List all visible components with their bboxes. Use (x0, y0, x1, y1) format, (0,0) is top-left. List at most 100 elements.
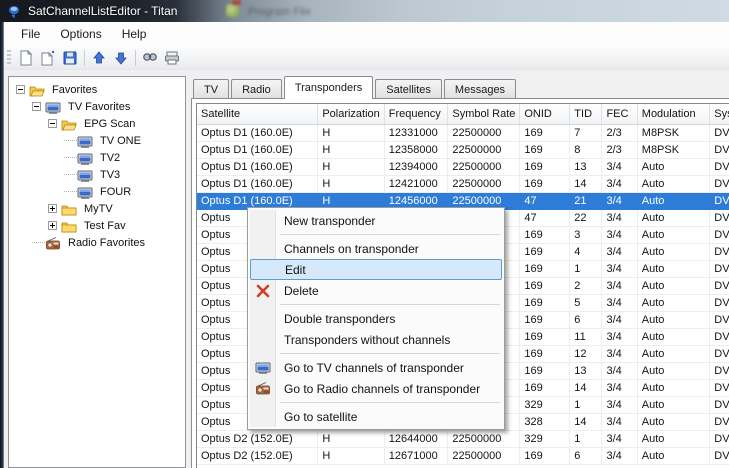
collapse-toggle-icon[interactable] (16, 85, 25, 94)
cell-modulation: Auto (637, 192, 710, 209)
column-header-symbol-rate[interactable]: Symbol Rate (448, 104, 520, 124)
context-menu-item-go-to-satellite[interactable]: Go to satellite (250, 406, 502, 427)
context-menu-item-new-transponder[interactable]: New transponder (250, 210, 502, 231)
cell-fec: 3/4 (602, 413, 637, 430)
cell-modulation: M8PSK (637, 141, 710, 158)
collapse-toggle-icon[interactable] (48, 119, 57, 128)
tree-node-icon-wrap (45, 100, 62, 113)
new-list-button[interactable] (15, 48, 37, 68)
context-menu-item-label: Go to satellite (284, 410, 357, 424)
context-menu-item-label: Delete (284, 284, 319, 298)
tab-radio[interactable]: Radio (231, 79, 282, 99)
cell-system: DVB_S (710, 243, 729, 260)
column-header-fec[interactable]: FEC (602, 104, 637, 124)
tab-satellites[interactable]: Satellites (375, 79, 442, 99)
save-button[interactable] (59, 48, 81, 68)
print-button[interactable] (161, 48, 183, 68)
context-menu-item-go-to-tv-channels-of-transponder[interactable]: Go to TV channels of transponder (250, 357, 502, 378)
tree-item-favorites[interactable]: Favorites (9, 81, 185, 98)
cell-tid: 1 (570, 430, 602, 447)
context-menu-item-channels-on-transponder[interactable]: Channels on transponder (250, 238, 502, 259)
cell-fec: 2/3 (602, 124, 637, 141)
tv-icon (77, 185, 93, 201)
collapse-toggle-icon[interactable] (32, 102, 41, 111)
add-list-icon (40, 50, 56, 66)
tree-indent (9, 200, 48, 217)
column-header-satellite[interactable]: Satellite (197, 104, 318, 124)
table-row[interactable]: Optus D1 (160.0E)H1239400022500000169133… (197, 158, 729, 175)
cell-modulation: Auto (637, 362, 710, 379)
column-header-frequency[interactable]: Frequency (384, 104, 448, 124)
context-menu-item-label: Transponders without channels (284, 333, 450, 347)
cell-fec: 3/4 (602, 226, 637, 243)
radio-icon (45, 236, 61, 252)
toolbar (4, 46, 729, 70)
column-header-onid[interactable]: ONID (520, 104, 570, 124)
context-menu-item-transponders-without-channels[interactable]: Transponders without channels (250, 329, 502, 350)
desktop-blob-blur (232, 0, 241, 5)
cell-satellite: Optus D1 (160.0E) (197, 124, 318, 141)
move-up-button[interactable] (88, 48, 110, 68)
tree-node-icon-wrap (61, 202, 78, 215)
tree-item-mytv[interactable]: MyTV (9, 200, 185, 217)
cell-modulation: Auto (637, 294, 710, 311)
tab-tv[interactable]: TV (193, 79, 229, 99)
tree-item-four[interactable]: FOUR (9, 183, 185, 200)
tv-icon (77, 168, 93, 184)
cell-satellite: Optus D1 (160.0E) (197, 158, 318, 175)
cell-fec: 3/4 (602, 362, 637, 379)
move-down-button[interactable] (110, 48, 132, 68)
column-header-tid[interactable]: TID (570, 104, 602, 124)
tree-item-tv-one[interactable]: TV ONE (9, 132, 185, 149)
context-menu-item-edit[interactable]: Edit (250, 259, 502, 280)
cell-onid: 169 (520, 311, 570, 328)
expand-toggle-icon[interactable] (48, 221, 57, 230)
tree-item-tv-favorites[interactable]: TV Favorites (9, 98, 185, 115)
context-menu-item-double-transponders[interactable]: Double transponders (250, 308, 502, 329)
cell-onid: 169 (520, 294, 570, 311)
tree-item-tv3[interactable]: TV3 (9, 166, 185, 183)
tree-node-icon-wrap (77, 151, 94, 164)
save-icon (62, 50, 78, 66)
cell-onid: 169 (520, 277, 570, 294)
cell-onid: 328 (520, 413, 570, 430)
tree-item-test-fav[interactable]: Test Fav (9, 217, 185, 234)
tree-node-icon-wrap (77, 185, 94, 198)
app-window: SatChannelListEditor - Titan Program Fil… (0, 0, 729, 468)
table-row[interactable]: Optus D1 (160.0E)H123580002250000016982/… (197, 141, 729, 158)
table-row[interactable]: Optus D2 (152.0E)H126710002250000016963/… (197, 447, 729, 464)
table-row[interactable]: Optus D1 (160.0E)H1242100022500000169143… (197, 175, 729, 192)
cell-fec: 3/4 (602, 328, 637, 345)
toolbar-grip[interactable] (7, 50, 11, 66)
tree-item-epg-scan[interactable]: EPG Scan (9, 115, 185, 132)
expand-toggle-icon[interactable] (48, 204, 57, 213)
cell-system: DVB_S2 (710, 141, 729, 158)
table-row[interactable]: Optus D1 (160.0E)H123310002250000016972/… (197, 124, 729, 141)
cell-modulation: Auto (637, 209, 710, 226)
context-menu-item-go-to-radio-channels-of-transponder[interactable]: Go to Radio channels of transponder (250, 378, 502, 399)
menubar-item-options[interactable]: Options (51, 24, 110, 44)
add-list-button[interactable] (37, 48, 59, 68)
find-button[interactable] (139, 48, 161, 68)
column-header-system[interactable]: System (710, 104, 729, 124)
tree-node-icon-wrap (77, 168, 94, 181)
delete-cross-icon (255, 283, 271, 299)
column-header-polarization[interactable]: Polarization (318, 104, 384, 124)
cell-system: DVB_S (710, 209, 729, 226)
menubar-item-help[interactable]: Help (113, 24, 156, 44)
tab-messages[interactable]: Messages (444, 79, 516, 99)
cell-onid: 169 (520, 175, 570, 192)
cell-system: DVB_S (710, 226, 729, 243)
tab-transponders[interactable]: Transponders (284, 76, 373, 99)
table-row[interactable]: Optus D2 (152.0E)H126440002250000032913/… (197, 430, 729, 447)
context-menu-item-label: Edit (285, 263, 306, 277)
tree-item-radio-favorites[interactable]: Radio Favorites (9, 234, 185, 251)
menubar-item-file[interactable]: File (12, 24, 49, 44)
cell-tid: 4 (570, 243, 602, 260)
cell-symbol-rate: 22500000 (448, 124, 520, 141)
tree-item-tv2[interactable]: TV2 (9, 149, 185, 166)
column-header-modulation[interactable]: Modulation (637, 104, 710, 124)
context-menu-item-delete[interactable]: Delete (250, 280, 502, 301)
cell-satellite: Optus D1 (160.0E) (197, 141, 318, 158)
cell-polarization: H (318, 141, 384, 158)
